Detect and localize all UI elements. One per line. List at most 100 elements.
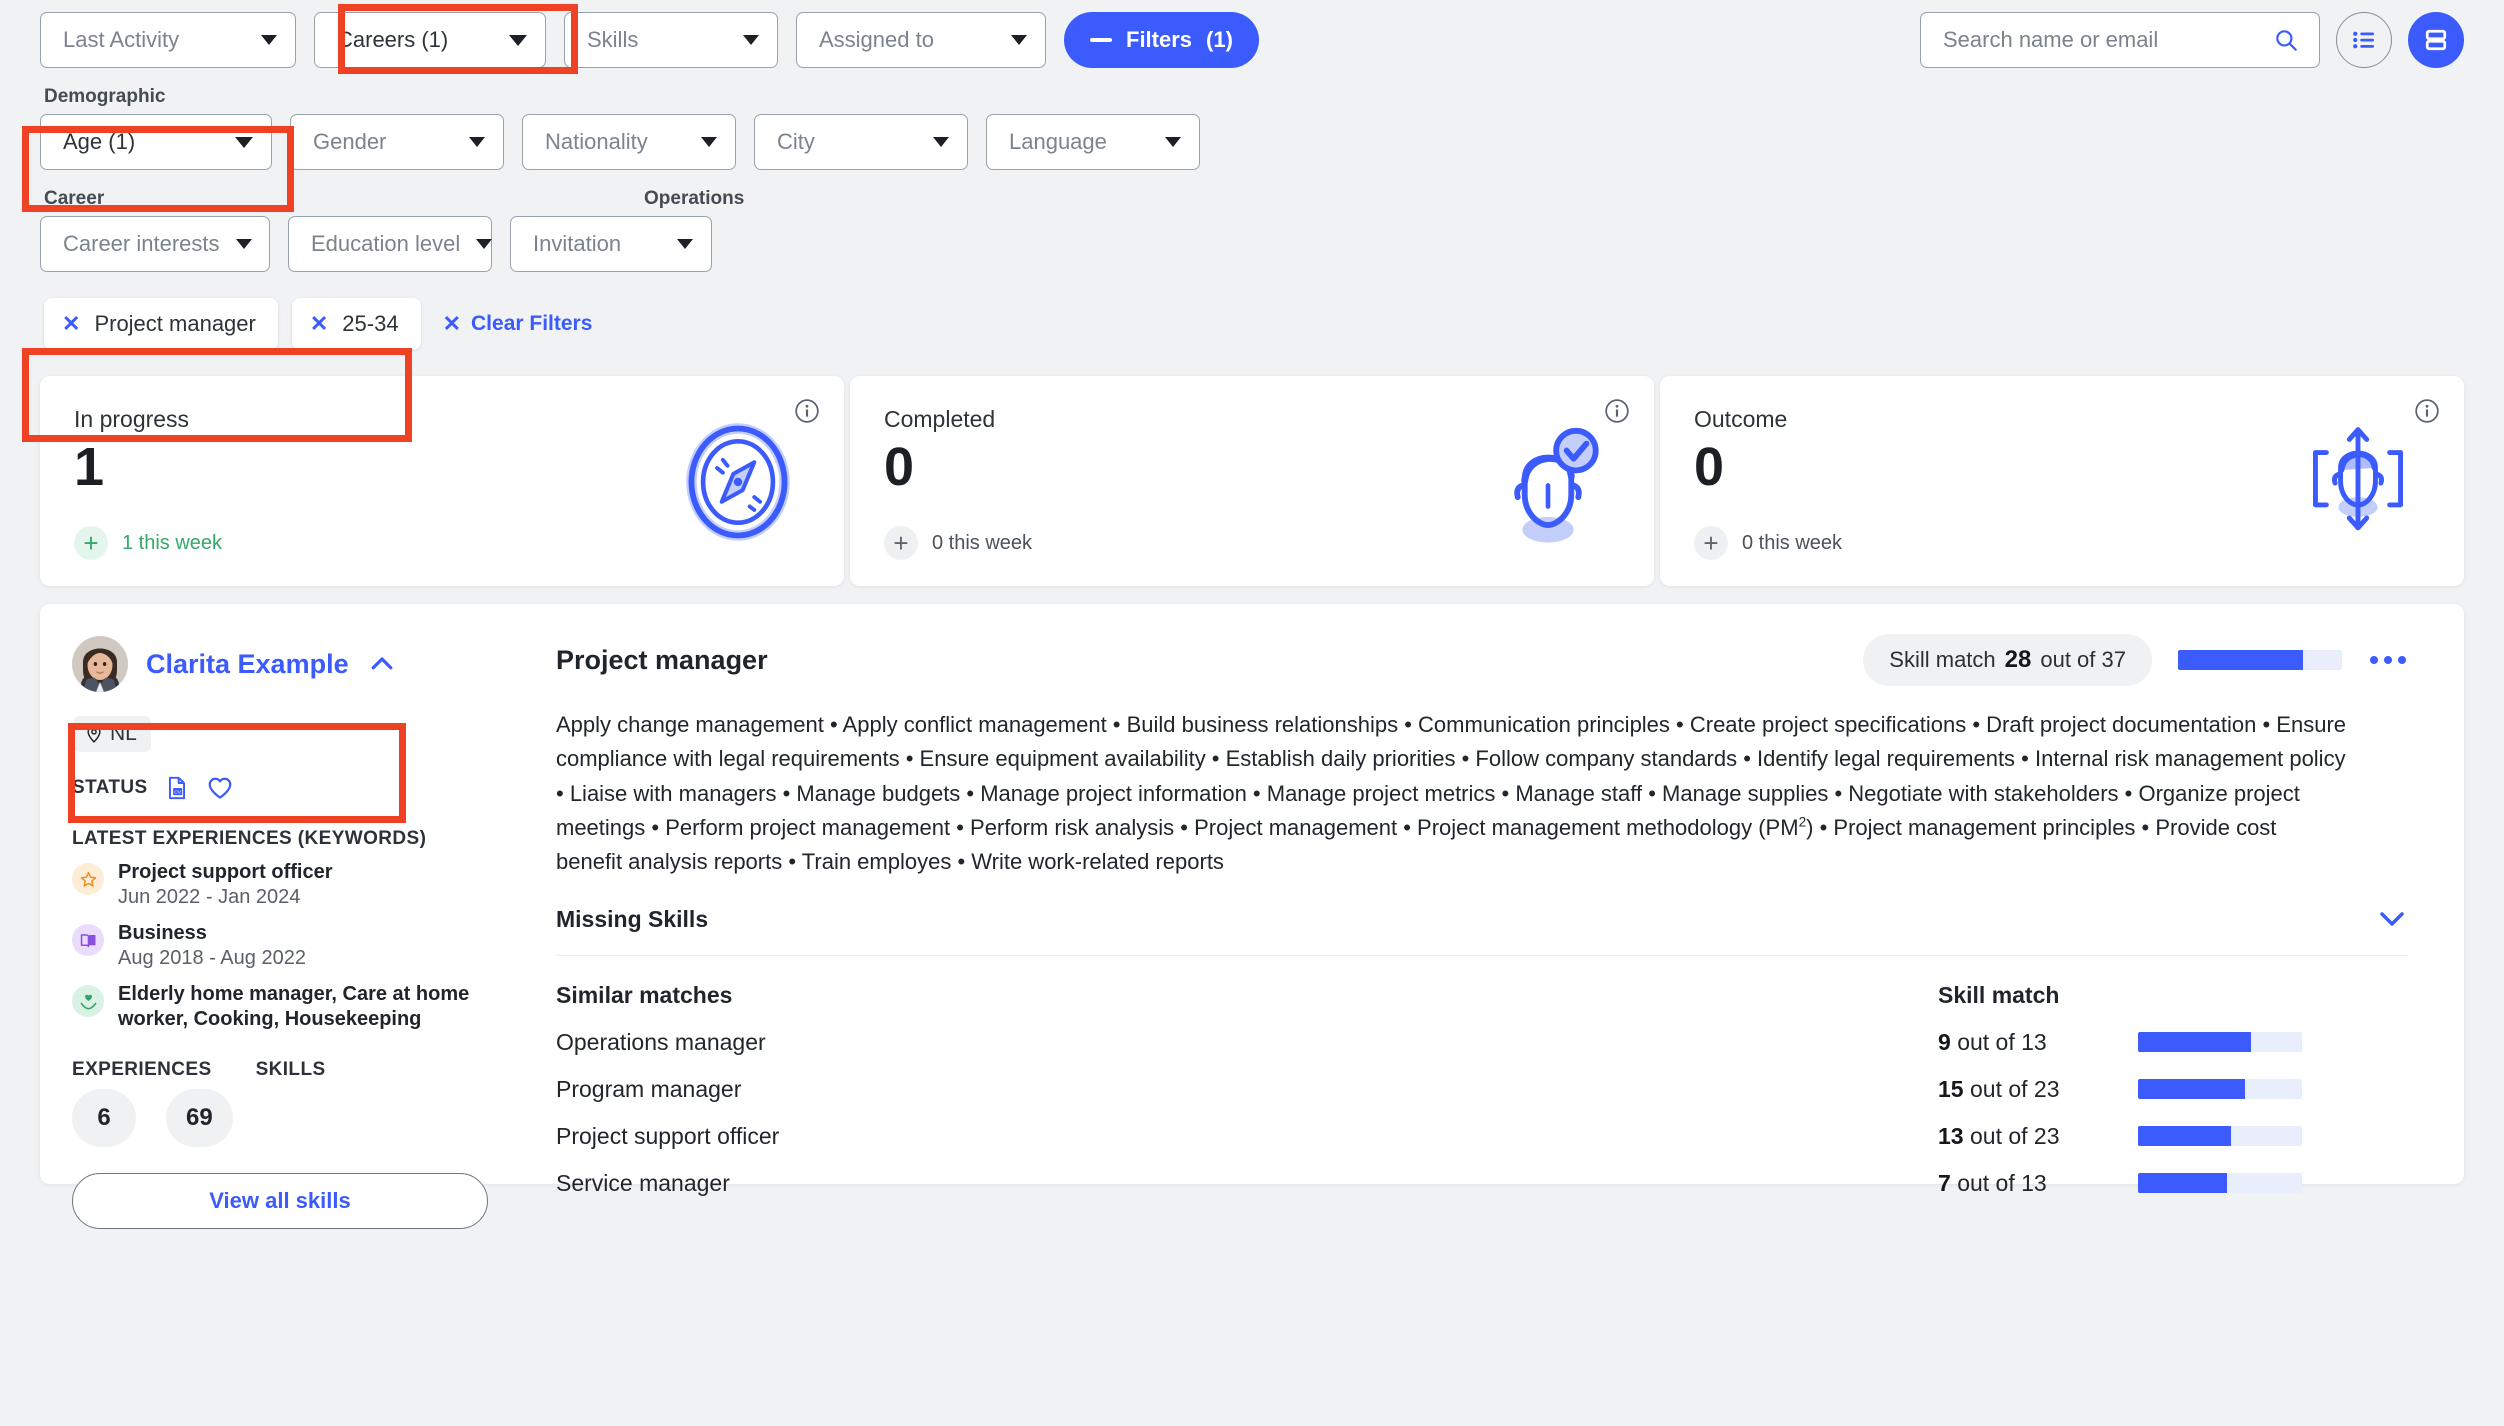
filter-assigned-to[interactable]: Assigned to: [796, 12, 1046, 68]
filter-age[interactable]: Age (1): [40, 114, 272, 170]
view-all-skills-button[interactable]: View all skills: [72, 1173, 488, 1229]
missing-skills-label: Missing Skills: [556, 905, 709, 932]
card-view-icon: [2425, 29, 2447, 51]
avatar-photo: [72, 636, 128, 692]
similar-match-score: 13 out of 23: [1938, 1122, 2060, 1149]
filter-last-activity[interactable]: Last Activity: [40, 12, 296, 68]
chevron-down-icon: [677, 239, 693, 249]
similar-match-score: 9 out of 13: [1938, 1028, 2047, 1055]
plus-icon: +: [884, 526, 918, 560]
filter-nationality-label: Nationality: [545, 129, 648, 154]
similar-match-name: Service manager: [556, 1169, 730, 1196]
person-check-icon: [1514, 427, 1599, 543]
active-filter-chips: ✕ Project manager ✕ 25-34 ✕ Clear Filter…: [40, 298, 2464, 350]
star-icon: [72, 863, 104, 895]
search-input[interactable]: [1943, 27, 2261, 53]
filter-career-interests[interactable]: Career interests: [40, 216, 270, 272]
chevron-up-icon[interactable]: [367, 649, 397, 679]
status-label: STATUS: [72, 777, 148, 798]
person-target-icon: [2313, 427, 2403, 531]
clear-filters-button[interactable]: ✕ Clear Filters: [443, 312, 593, 336]
filter-chip-career-label: Project manager: [94, 311, 256, 336]
person-name[interactable]: Clarita Example: [146, 649, 349, 680]
filter-invitation[interactable]: Invitation: [510, 216, 712, 272]
filter-language[interactable]: Language: [986, 114, 1200, 170]
filters-button-label: Filters: [1126, 27, 1193, 52]
chevron-down-icon: [701, 137, 717, 147]
skills-count-label: SKILLS: [255, 1059, 326, 1080]
similar-match-bar-fill: [2138, 1079, 2245, 1100]
search-icon[interactable]: [2273, 27, 2299, 53]
filter-gender[interactable]: Gender: [290, 114, 504, 170]
similar-match-bar-fill: [2138, 1126, 2232, 1147]
filter-careers[interactable]: Careers (1): [314, 12, 546, 68]
stat-card-in-progress: In progress 1 + 1 this week: [40, 376, 844, 586]
role-title: Project manager: [556, 644, 768, 675]
person-header[interactable]: Clarita Example: [68, 630, 492, 698]
filter-career-interests-label: Career interests: [63, 231, 220, 256]
stat-footer: + 0 this week: [884, 526, 1032, 560]
similar-match-row[interactable]: Service manager 7 out of 13: [556, 1170, 2408, 1197]
cv-document-icon[interactable]: CV: [164, 775, 190, 801]
book-icon: [72, 924, 104, 956]
chevron-down-icon: [476, 239, 493, 249]
close-icon[interactable]: ✕: [310, 313, 328, 335]
close-icon[interactable]: ✕: [62, 313, 80, 335]
location-pill: NL: [74, 716, 151, 752]
missing-skills-row[interactable]: Missing Skills: [556, 906, 2408, 956]
experiences-count-label: EXPERIENCES: [72, 1059, 212, 1080]
stat-card-outcome: Outcome 0 + 0 this week: [1660, 376, 2464, 586]
chevron-down-icon: [509, 34, 527, 46]
list-item: Business Aug 2018 - Aug 2022: [68, 921, 492, 970]
similar-match-bar: [2138, 1173, 2302, 1194]
filter-city-label: City: [777, 129, 815, 154]
similar-matches-list: Operations manager 9 out of 13 Program man…: [556, 1029, 2408, 1197]
similar-match-name: Operations manager: [556, 1028, 766, 1055]
similar-match-name: Program manager: [556, 1075, 742, 1102]
chevron-down-icon[interactable]: [2376, 909, 2408, 929]
similar-match-row[interactable]: Operations manager 9 out of 13: [556, 1029, 2408, 1056]
filters-button[interactable]: Filters (1): [1064, 12, 1259, 68]
role-skills-text: Apply change management • Apply conflict…: [556, 712, 2347, 875]
clear-filters-label: Clear Filters: [471, 312, 593, 335]
filter-chip-career[interactable]: ✕ Project manager: [44, 298, 278, 350]
similar-match-bar: [2138, 1032, 2302, 1053]
stat-footer: + 0 this week: [1694, 526, 1842, 560]
similar-matches-header: Similar matches Skill match: [556, 982, 2408, 1009]
filter-education-level-label: Education level: [311, 231, 461, 256]
similar-match-metrics: 9 out of 13: [1938, 1029, 2408, 1056]
filter-row-career: Career interests Education level Invitat…: [40, 216, 2464, 272]
minus-icon: [1090, 38, 1112, 42]
filter-chip-age[interactable]: ✕ 25-34: [291, 298, 421, 350]
filter-education-level[interactable]: Education level: [288, 216, 493, 272]
list-view-toggle[interactable]: [2336, 12, 2392, 68]
latest-experiences-label: LATEST EXPERIENCES (KEYWORDS): [72, 828, 427, 849]
list-item: Elderly home manager, Care at home worke…: [68, 982, 492, 1033]
similar-match-bar-fill: [2138, 1173, 2227, 1194]
filter-nationality[interactable]: Nationality: [522, 114, 736, 170]
more-options-icon[interactable]: [2368, 648, 2408, 672]
card-view-toggle[interactable]: [2408, 12, 2464, 68]
filter-city[interactable]: City: [754, 114, 968, 170]
filter-skills[interactable]: Skills: [564, 12, 778, 68]
filter-gender-label: Gender: [313, 129, 387, 154]
chevron-down-icon: [1165, 137, 1181, 147]
similar-match-name: Project support officer: [556, 1122, 780, 1149]
heart-icon[interactable]: [206, 774, 234, 802]
filter-last-activity-label: Last Activity: [63, 27, 180, 52]
similar-match-row[interactable]: Program manager 15 out of 23: [556, 1076, 2408, 1103]
filters-button-count: (1): [1206, 27, 1233, 52]
experiences-count: 6: [72, 1089, 136, 1147]
plus-icon: +: [1694, 526, 1728, 560]
chevron-down-icon: [933, 137, 949, 147]
stat-footer: + 1 this week: [74, 526, 222, 560]
similar-match-row[interactable]: Project support officer 13 out of 23: [556, 1123, 2408, 1150]
search-box[interactable]: [1920, 12, 2320, 68]
demographic-label: Demographic: [44, 86, 166, 107]
filter-language-label: Language: [1009, 129, 1107, 154]
filter-skills-label: Skills: [587, 27, 639, 52]
stat-card-completed: Completed 0 + 0 this week: [850, 376, 1654, 586]
experience-dates: Aug 2018 - Aug 2022: [118, 947, 306, 969]
profile-column: Clarita Example NL STATUS CV LATEST EXPE…: [40, 604, 520, 1229]
skill-match-of: out of 37: [2040, 647, 2126, 672]
